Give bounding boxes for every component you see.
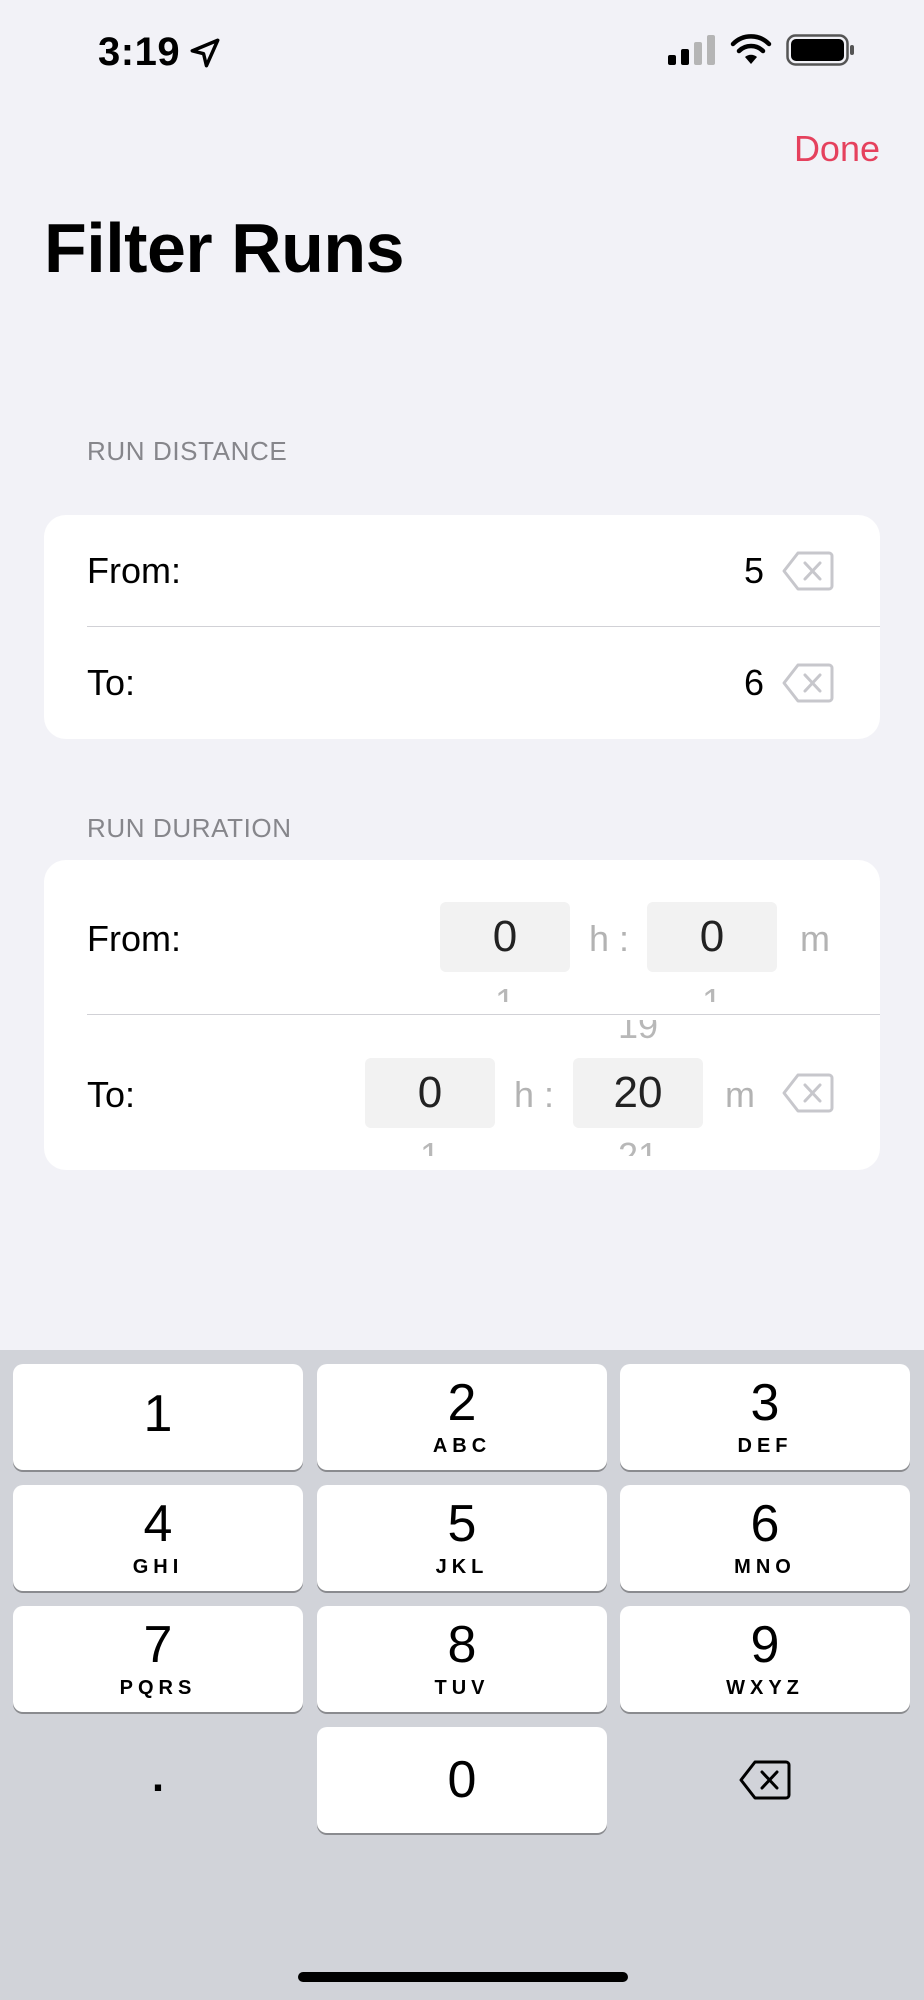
distance-to-row[interactable]: To: 6 — [44, 627, 880, 739]
location-arrow-icon — [190, 38, 220, 67]
key-9[interactable]: 9 WXYZ — [620, 1606, 910, 1712]
duration-from-minutes-next: 1 — [701, 981, 723, 1002]
clear-distance-to-icon[interactable] — [782, 662, 834, 704]
key-0[interactable]: 0 — [317, 1727, 607, 1833]
key-decimal-label: . — [151, 1752, 165, 1801]
key-4[interactable]: 4 GHI — [13, 1485, 303, 1591]
duration-to-minutes-picker[interactable]: 20 — [573, 1058, 703, 1128]
cellular-signal-icon — [668, 35, 715, 65]
run-duration-card: From: 0 1 h : 0 1 m To: 0 1 h : 19 20 21… — [44, 860, 880, 1170]
key-2[interactable]: 2 ABC — [317, 1364, 607, 1470]
duration-to-minutes-next: 21 — [617, 1135, 659, 1156]
home-indicator — [298, 1972, 628, 1982]
duration-from-minutes-picker[interactable]: 0 — [647, 902, 777, 972]
distance-to-label: To: — [87, 662, 136, 703]
distance-to-value[interactable]: 6 — [744, 662, 764, 704]
key-7[interactable]: 7 PQRS — [13, 1606, 303, 1712]
duration-to-minutes-prev: 19 — [617, 1020, 659, 1042]
duration-from-minutes-unit: m — [800, 918, 830, 959]
run-duration-header: RUN DURATION — [87, 813, 292, 843]
duration-from-hours-next: 1 — [494, 981, 516, 1002]
duration-from-hours-picker[interactable]: 0 — [440, 902, 570, 972]
distance-from-label: From: — [87, 550, 181, 591]
duration-divider — [87, 1014, 880, 1015]
duration-from-label: From: — [87, 918, 181, 959]
backspace-icon — [739, 1760, 791, 1800]
key-6[interactable]: 6 MNO — [620, 1485, 910, 1591]
run-distance-card: From: 5 To: 6 — [44, 515, 880, 739]
run-distance-header: RUN DISTANCE — [87, 436, 288, 466]
duration-from-hours-unit: h : — [589, 918, 630, 959]
page-title: Filter Runs — [44, 209, 405, 287]
numeric-keypad: 1 2 ABC 3 DEF 4 GHI 5 JKL 6 MNO 7 PQRS 8… — [0, 1350, 924, 2000]
done-button[interactable]: Done — [794, 128, 880, 170]
duration-to-hours-next: 1 — [419, 1135, 441, 1156]
key-decimal[interactable]: . — [13, 1727, 303, 1833]
key-8[interactable]: 8 TUV — [317, 1606, 607, 1712]
distance-from-value[interactable]: 5 — [744, 550, 764, 592]
status-icons — [668, 34, 856, 66]
status-time-text: 3:19 — [98, 30, 181, 74]
key-5[interactable]: 5 JKL — [317, 1485, 607, 1591]
key-backspace[interactable] — [620, 1727, 910, 1833]
status-time: 3:19 — [98, 30, 222, 75]
clear-distance-from-icon[interactable] — [782, 550, 834, 592]
duration-to-hours-unit: h : — [514, 1074, 555, 1115]
duration-to-label: To: — [87, 1074, 136, 1115]
clear-duration-to-icon[interactable] — [782, 1072, 834, 1114]
key-1[interactable]: 1 — [13, 1364, 303, 1470]
duration-to-hours-picker[interactable]: 0 — [365, 1058, 495, 1128]
key-3[interactable]: 3 DEF — [620, 1364, 910, 1470]
distance-from-row[interactable]: From: 5 — [44, 515, 880, 627]
wifi-icon — [730, 34, 772, 64]
duration-to-minutes-unit: m — [725, 1074, 755, 1115]
battery-icon — [786, 34, 854, 66]
